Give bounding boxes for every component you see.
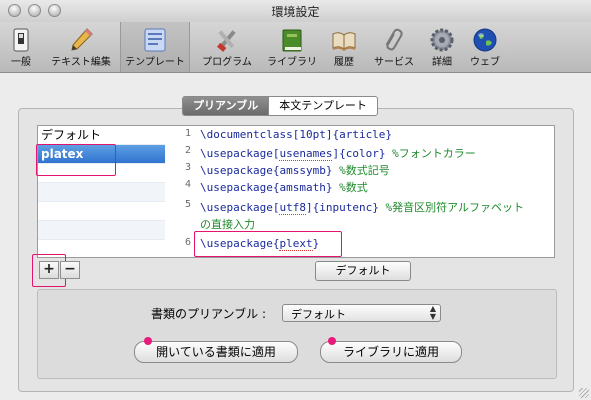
tab-preamble[interactable]: プリアンブル	[183, 97, 269, 115]
code-line: \usepackage[usenames]{color} %フォントカラー	[200, 145, 476, 161]
remove-template-button[interactable]: −	[60, 261, 80, 279]
line-number: 1	[184, 128, 191, 139]
line-number: 2	[184, 145, 191, 156]
toolbar-label: 一般	[11, 57, 31, 68]
title-bar: 環境設定	[0, 0, 591, 23]
toolbar-item-text-editing[interactable]: テキスト編集	[44, 22, 118, 72]
tools-icon	[217, 30, 236, 52]
preamble-select-value: デフォルト	[291, 308, 346, 321]
code-line: \usepackage{amssymb} %数式記号	[200, 162, 390, 178]
code-comment: の直接入力	[200, 218, 255, 231]
window-title: 環境設定	[271, 5, 320, 19]
toolbar-label: 詳細	[432, 57, 452, 68]
spellcheck-underline: utf8	[279, 201, 306, 215]
gear-icon	[430, 28, 454, 52]
list-item[interactable]: デフォルト	[38, 126, 165, 145]
line-number: 4	[184, 179, 191, 190]
code-line-wrapped: の直接入力	[200, 216, 255, 232]
code-text: \usepackage[usenames]{color}	[200, 147, 393, 161]
annotation-dot	[144, 337, 152, 345]
spellcheck-underline: usenames	[279, 147, 333, 161]
empty-list-row	[38, 183, 165, 202]
empty-list-row	[38, 202, 165, 221]
code-text: \usepackage[utf8]{inputenc}	[200, 201, 386, 215]
chevron-updown-icon: ▲ ▼	[429, 304, 436, 321]
toolbar-label: サービス	[374, 57, 414, 68]
toolbar-item-advanced[interactable]: 詳細	[424, 22, 460, 72]
code-text: \usepackage{amssymb}	[200, 164, 340, 177]
globe-icon	[473, 28, 497, 52]
toolbar-item-library[interactable]: ライブラリ	[262, 22, 322, 72]
template-icon	[144, 28, 166, 52]
code-line: \documentclass[10pt]{article}	[200, 128, 392, 141]
add-template-button[interactable]: +	[39, 261, 59, 279]
apply-to-open-documents-button[interactable]: 開いている書類に適用	[134, 341, 298, 363]
code-comment: %数式	[339, 181, 368, 194]
highlight-platex-item	[36, 144, 116, 176]
paperclip-icon	[385, 28, 403, 51]
preamble-select-label: 書類のプリアンブル :	[151, 307, 267, 321]
toolbar-item-web[interactable]: ウェブ	[463, 22, 507, 72]
open-book-icon	[332, 32, 356, 51]
apply-preamble-box	[37, 289, 557, 379]
resize-grip-icon[interactable]	[579, 388, 589, 398]
toolbar-label: プログラム	[202, 57, 252, 68]
toolbar-label: ウェブ	[470, 57, 500, 68]
toolbar-label: テキスト編集	[51, 57, 111, 68]
code-line: \usepackage{amsmath} %数式	[200, 179, 368, 195]
book-icon	[282, 29, 302, 52]
toolbar-item-services[interactable]: サービス	[366, 22, 422, 72]
line-number: 3	[184, 162, 191, 173]
highlight-plext-line	[194, 231, 342, 257]
line-number: 6	[184, 237, 191, 248]
code-comment: %フォントカラー	[392, 147, 476, 160]
switch-icon	[13, 28, 29, 52]
empty-list-row	[38, 221, 165, 240]
template-tabs: プリアンブル 本文テンプレート	[182, 96, 378, 116]
toolbar-label: ライブラリ	[267, 57, 317, 68]
preferences-window: 環境設定 一般 テキスト編集 テンプレート プログラム ライブラリ 履歴 サービ…	[0, 0, 591, 400]
code-text: \documentclass[10pt]{article}	[200, 128, 393, 141]
code-line: \usepackage[utf8]{inputenc} %発音区別符アルファベッ…	[200, 199, 524, 215]
restore-default-button[interactable]: デフォルト	[315, 261, 411, 281]
apply-to-library-button[interactable]: ライブラリに適用	[320, 341, 462, 363]
annotation-dot	[328, 337, 336, 345]
code-text: \usepackage{amsmath}	[200, 181, 340, 194]
toolbar-label: テンプレート	[125, 57, 185, 68]
toolbar-label: 履歴	[334, 57, 354, 68]
toolbar-item-template[interactable]: テンプレート	[120, 22, 190, 72]
toolbar-item-general[interactable]: 一般	[2, 22, 40, 72]
code-comment: %数式記号	[339, 164, 390, 177]
preamble-select[interactable]: デフォルト ▲ ▼	[282, 304, 441, 322]
tab-body-template[interactable]: 本文テンプレート	[268, 97, 377, 115]
pencil-icon	[71, 28, 93, 51]
preferences-toolbar: 一般 テキスト編集 テンプレート プログラム ライブラリ 履歴 サービス 詳細 …	[0, 22, 591, 73]
toolbar-item-history[interactable]: 履歴	[324, 22, 364, 72]
line-number: 5	[184, 199, 191, 210]
toolbar-item-program[interactable]: プログラム	[195, 22, 259, 72]
code-comment: %発音区別符アルファベット	[385, 201, 524, 214]
